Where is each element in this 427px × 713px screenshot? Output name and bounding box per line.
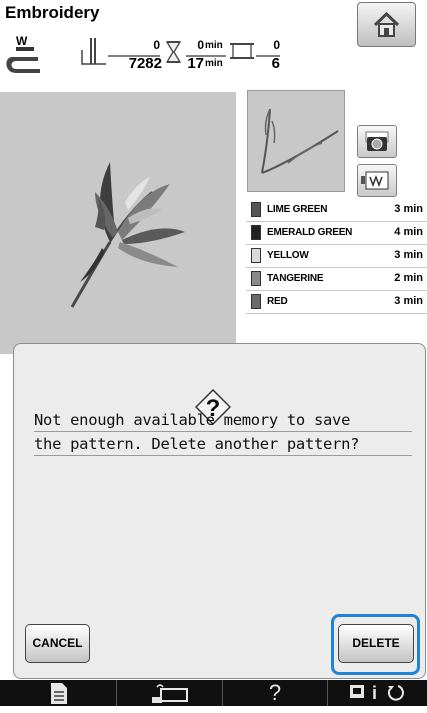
stitch-current: 0 [153,38,160,52]
thread-time: 3 min [394,295,423,307]
color-current: 0 [273,38,280,52]
delete-button[interactable]: DELETE [338,624,414,663]
thread-time: 4 min [394,226,423,238]
thread-name: EMERALD GREEN [267,227,353,238]
needle-icon [81,38,106,65]
help-button[interactable]: ? [223,680,327,706]
thread-swatch [251,271,261,286]
pattern-thumbnail [247,90,345,192]
hourglass-icon [165,41,182,63]
home-icon [373,11,400,37]
document-icon [51,683,67,704]
thread-name: LIME GREEN [267,204,328,215]
stitch-simulator-icon [361,171,389,190]
bottom-toolbar: ? i [0,680,427,706]
sewing-counter: 0 7282 0 min 17 min 0 6 [80,38,350,72]
thread-name: YELLOW [267,250,309,261]
time-current: 0 [197,38,204,52]
settings-info-button[interactable]: i [328,680,427,706]
thread-row: RED 3 min [246,291,427,314]
thread-swatch [251,202,261,217]
screen-title: Embroidery [5,3,100,22]
thread-row: LIME GREEN 3 min [246,199,427,222]
pattern-preview [0,92,236,354]
home-button[interactable] [357,2,416,47]
camera-view-button[interactable] [357,125,397,158]
stitch-total: 7282 [128,55,162,72]
thread-color-list: LIME GREEN 3 min EMERALD GREEN 4 min YEL… [246,199,427,314]
thread-row: YELLOW 3 min [246,245,427,268]
thumbnail-image [261,108,339,174]
thread-time: 2 min [394,272,423,284]
thread-swatch [251,225,261,240]
document-button[interactable] [0,680,116,706]
embroidery-frame-button[interactable] [117,680,222,706]
thread-name: TANGERINE [267,273,324,284]
thread-swatch [251,248,261,263]
time-unit: min [205,40,223,51]
color-total: 6 [271,55,280,72]
stitch-simulator-button[interactable] [357,164,397,197]
embroidery-pattern-image [70,162,185,308]
machine-settings-icon [350,685,404,701]
message-divider [34,431,412,432]
thread-row: TANGERINE 2 min [246,268,427,291]
thread-name: RED [267,296,288,307]
thread-spool-icon [230,43,254,59]
thread-row: EMERALD GREEN 4 min [246,222,427,245]
presser-foot-icon: W [6,32,46,74]
camera-icon [365,131,389,151]
dialog-message-line-2: the pattern. Delete another pattern? [34,435,360,453]
dialog-message-line-1: Not enough available memory to save [34,411,351,429]
info-icon: i [372,683,378,703]
embroidery-frame-icon [152,684,188,703]
thread-swatch [251,294,261,309]
thread-time: 3 min [394,249,423,261]
time-total: 17 [187,55,204,72]
thread-time: 3 min [394,203,423,215]
presser-foot-letter: W [16,34,28,48]
time-unit-2: min [205,58,223,69]
message-divider [34,455,412,456]
cancel-button[interactable]: CANCEL [25,624,90,663]
